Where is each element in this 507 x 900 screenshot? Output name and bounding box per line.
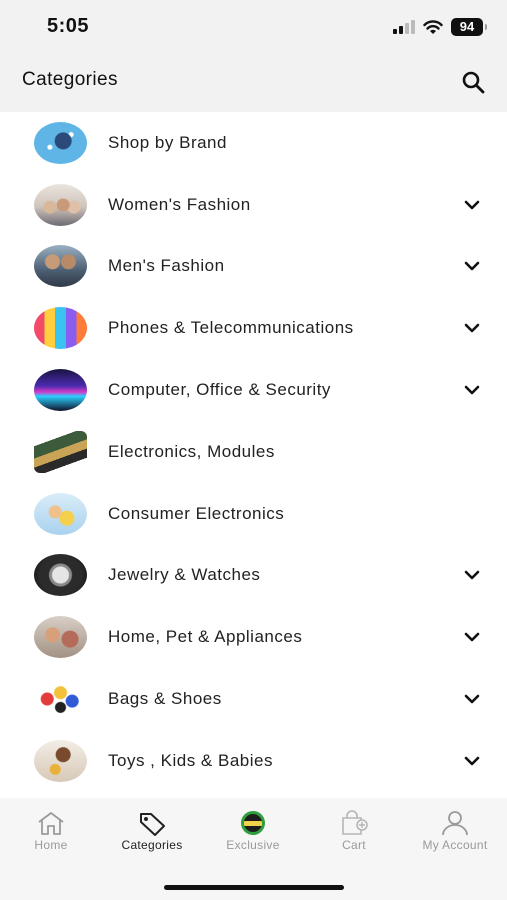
home-icon (38, 812, 64, 835)
tab-label: Cart (342, 838, 366, 852)
category-thumbnail (34, 307, 87, 350)
category-label: Phones & Telecommunications (108, 318, 354, 338)
tab-label: My Account (422, 838, 488, 852)
tab-exclusive[interactable]: Exclusive (203, 810, 303, 852)
header: Categories (0, 56, 507, 112)
tab-home[interactable]: Home (1, 810, 101, 852)
category-row-toys-kids-babies[interactable]: Toys , Kids & Babies (0, 730, 507, 792)
chevron-down-icon[interactable] (463, 257, 481, 275)
category-thumbnail (34, 554, 87, 597)
status-icons: 94 (393, 18, 487, 36)
signal-icon (393, 20, 415, 34)
tab-my-account[interactable]: My Account (405, 810, 505, 852)
search-button[interactable] (457, 66, 489, 98)
category-thumbnail (34, 430, 87, 473)
category-label: Electronics, Modules (108, 441, 275, 461)
tag-icon (140, 813, 165, 836)
search-icon (462, 71, 485, 94)
tab-label: Home (34, 838, 68, 852)
category-thumbnail (34, 369, 87, 412)
chevron-down-icon[interactable] (463, 566, 481, 584)
category-thumbnail (34, 492, 87, 535)
page-title: Categories (22, 69, 118, 90)
category-label: Women's Fashion (108, 194, 251, 214)
category-label: Consumer Electronics (108, 503, 285, 523)
category-row-womens-fashion[interactable]: Women's Fashion (0, 174, 507, 236)
cart-icon (342, 810, 368, 835)
chevron-down-icon[interactable] (463, 196, 481, 214)
category-thumbnail (34, 183, 87, 226)
category-thumbnail (34, 739, 87, 782)
tab-label: Exclusive (226, 838, 280, 852)
chevron-down-icon[interactable] (463, 319, 481, 337)
category-thumbnail (34, 678, 87, 721)
category-label: Men's Fashion (108, 256, 225, 276)
category-row-home-pet-appliances[interactable]: Home, Pet & Appliances (0, 606, 507, 668)
category-row-jewelry-watches[interactable]: Jewelry & Watches (0, 545, 507, 607)
chevron-down-icon[interactable] (463, 690, 481, 708)
category-label: Computer, Office & Security (108, 380, 331, 400)
category-list: Shop by Brand Women's Fashion Men's Fash… (0, 112, 507, 798)
category-row-computer-office-security[interactable]: Computer, Office & Security (0, 359, 507, 421)
chevron-down-icon[interactable] (463, 628, 481, 646)
category-row-consumer-electronics[interactable]: Consumer Electronics (0, 483, 507, 545)
category-thumbnail (34, 616, 87, 659)
tab-label: Categories (121, 838, 183, 852)
chevron-down-icon[interactable] (463, 752, 481, 770)
category-label: Shop by Brand (108, 132, 227, 152)
tab-categories[interactable]: Categories (102, 810, 202, 852)
category-row-mens-fashion[interactable]: Men's Fashion (0, 236, 507, 298)
category-row-bags-shoes[interactable]: Bags & Shoes (0, 668, 507, 730)
category-row-shop-by-brand[interactable]: Shop by Brand (0, 112, 507, 174)
tab-cart[interactable]: Cart (304, 810, 404, 852)
exclusive-badge-icon (241, 811, 265, 835)
status-bar: 5:05 94 (0, 0, 507, 56)
category-label: Home, Pet & Appliances (108, 627, 303, 647)
category-row-electronics-modules[interactable]: Electronics, Modules (0, 421, 507, 483)
category-label: Toys , Kids & Babies (108, 750, 273, 770)
chevron-down-icon[interactable] (463, 381, 481, 399)
wifi-icon (423, 19, 443, 34)
battery-indicator: 94 (451, 18, 487, 36)
user-icon (442, 811, 468, 836)
status-time: 5:05 (47, 15, 90, 37)
category-label: Bags & Shoes (108, 689, 222, 709)
category-thumbnail (34, 121, 87, 164)
category-thumbnail (34, 245, 87, 288)
category-row-phones-telecommunications[interactable]: Phones & Telecommunications (0, 297, 507, 359)
category-label: Jewelry & Watches (108, 565, 261, 585)
home-indicator (164, 885, 344, 890)
